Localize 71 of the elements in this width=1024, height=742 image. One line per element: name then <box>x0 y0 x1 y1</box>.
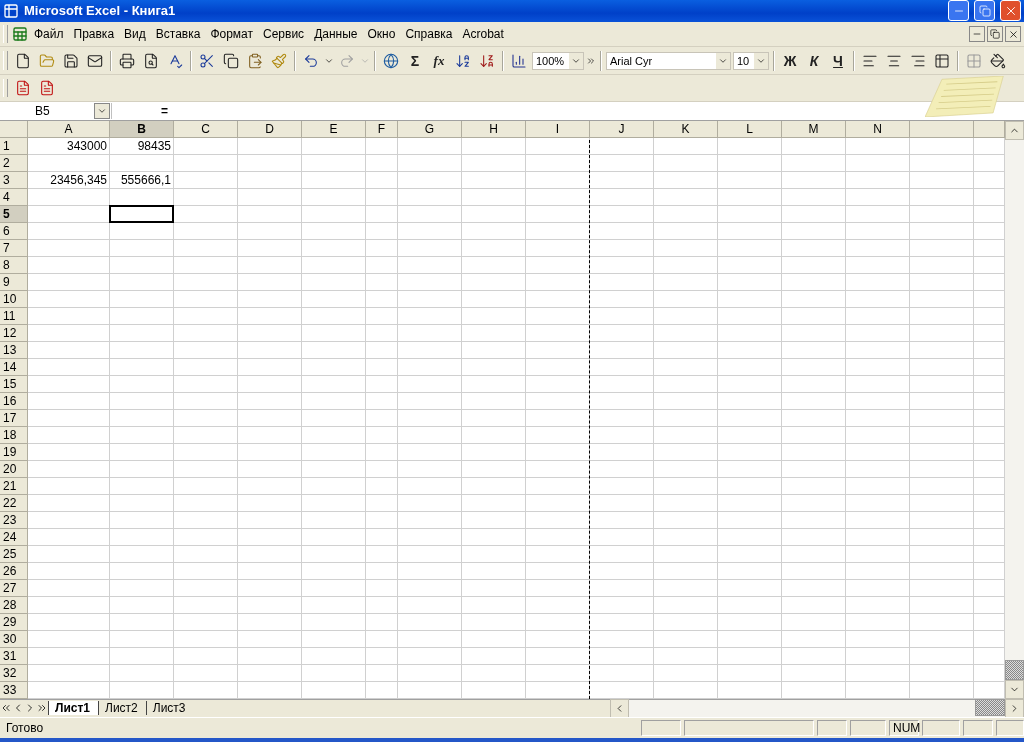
pdf-icon <box>15 79 31 96</box>
menu-item[interactable]: Справка <box>401 25 457 44</box>
more-icon <box>586 55 596 66</box>
table-cell: 98435 <box>110 137 174 155</box>
redo-icon <box>339 52 355 69</box>
underline-button[interactable]: Ч <box>827 49 849 72</box>
sheet-tab[interactable]: Лист3 <box>145 701 194 716</box>
status-panel <box>996 720 1024 737</box>
num-lock-indicator: NUM <box>889 720 919 737</box>
sort-icon <box>455 52 471 69</box>
preview-icon <box>143 52 159 69</box>
menu-item[interactable]: Вид <box>120 25 150 44</box>
bar-chart-icon <box>511 52 527 69</box>
restore-icon <box>978 4 991 17</box>
status-panel <box>641 720 681 737</box>
menu-item[interactable]: Acrobat <box>458 25 508 44</box>
zoom-field[interactable]: 100% <box>532 51 584 70</box>
scroll-thumb[interactable] <box>1005 659 1024 680</box>
sheet-tab[interactable]: Лист1 <box>48 701 99 716</box>
table-cell: 343000 <box>28 137 110 155</box>
window-title: Microsoft Excel - Книга1 <box>24 3 177 19</box>
menu-item[interactable]: Правка <box>69 25 119 44</box>
paint-bucket-icon <box>990 52 1006 69</box>
status-panel <box>850 720 886 737</box>
status-panel <box>817 720 847 737</box>
document-icon <box>15 52 31 69</box>
sheet-tab[interactable]: Лист2 <box>98 701 146 716</box>
copy-icon <box>223 52 239 69</box>
excel-icon <box>3 2 19 19</box>
restore-icon <box>990 29 1000 40</box>
workbook-icon[interactable] <box>12 26 28 43</box>
mail-icon <box>87 52 103 69</box>
save-icon <box>63 52 79 69</box>
restore-button[interactable] <box>987 26 1003 43</box>
undo-icon <box>303 52 319 69</box>
pdf-icon <box>39 79 55 96</box>
table-cell: 555666,1 <box>110 171 174 189</box>
sort-icon <box>479 52 495 69</box>
font-size-field[interactable]: 10 <box>733 51 769 70</box>
folder-icon <box>39 52 55 69</box>
function-button[interactable]: fx <box>428 49 450 72</box>
merge-icon <box>934 52 950 69</box>
bold-button[interactable]: Ж <box>779 49 801 72</box>
close-button[interactable] <box>1005 26 1021 43</box>
menu-item[interactable]: Окно <box>363 25 400 44</box>
selected-cell[interactable] <box>109 204 174 223</box>
name-box[interactable]: B5 <box>0 102 112 119</box>
spellcheck-icon <box>167 52 183 69</box>
brush-icon <box>271 52 287 69</box>
autosum-button[interactable]: Σ <box>404 49 426 72</box>
close-icon <box>1007 28 1019 40</box>
vertical-scrollbar[interactable] <box>1005 120 1024 699</box>
paste-icon <box>247 52 263 69</box>
horizontal-scrollbar[interactable] <box>610 699 1024 717</box>
minimize-button[interactable] <box>969 26 985 43</box>
status-text: Готово <box>6 721 45 736</box>
table-cell: 23456,345 <box>28 171 110 189</box>
printer-icon <box>119 52 135 69</box>
font-field[interactable]: Arial Cyr <box>606 51 731 70</box>
status-panel <box>922 720 960 737</box>
grid-icon <box>966 52 982 69</box>
equals-sign: = <box>160 103 169 118</box>
menu-item[interactable]: Вставка <box>151 25 205 44</box>
status-panel <box>963 720 993 737</box>
italic-button[interactable]: К <box>803 49 825 72</box>
menu-item[interactable]: Файл <box>30 25 68 44</box>
scissors-icon <box>199 52 215 69</box>
menu-item[interactable]: Сервис <box>259 25 309 44</box>
menu-item[interactable]: Формат <box>206 25 258 44</box>
menu-item[interactable]: Данные <box>310 25 362 44</box>
globe-icon <box>383 52 399 69</box>
